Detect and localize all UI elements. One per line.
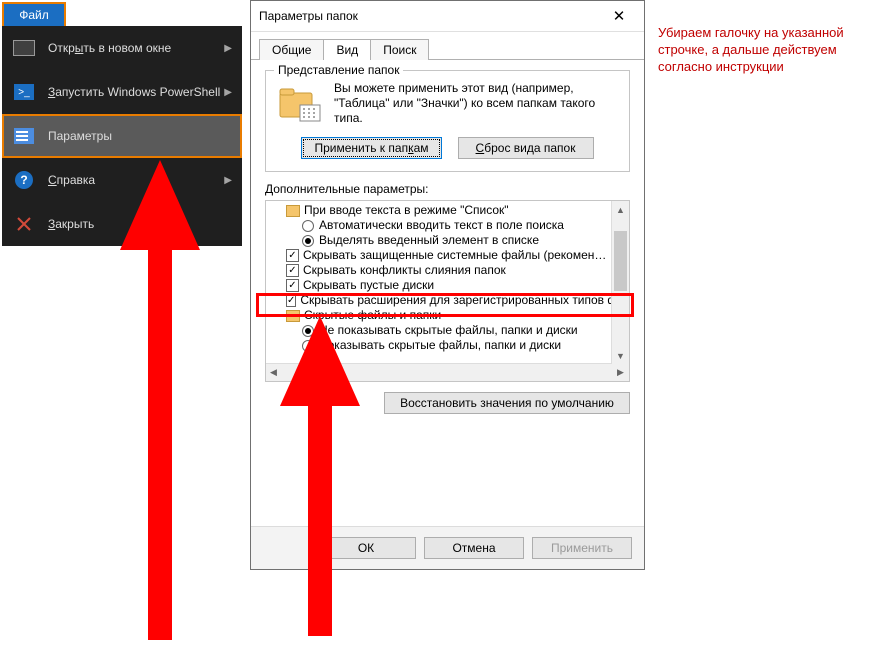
apply-button[interactable]: Применить (532, 537, 632, 559)
radio-icon (302, 220, 314, 232)
menu-label: Справка (48, 173, 95, 187)
menu-label: Открыть в новом окне (48, 41, 171, 55)
radio-icon (302, 325, 314, 337)
radio-icon (302, 235, 314, 247)
group-text: Вы можете применить этот вид (например, … (334, 81, 619, 129)
tab-search[interactable]: Поиск (370, 39, 429, 60)
annotation-note: Убираем галочку на указанной строчке, а … (658, 24, 858, 75)
submenu-chevron-icon: ▶ (224, 87, 232, 98)
file-menu: Открыть в новом окне ▶ >_ Запустить Wind… (2, 26, 242, 246)
tree-check-hide-extensions[interactable]: ✓ Скрывать расширения для зарегистрирован… (272, 293, 627, 308)
tree-label: Скрытые файлы и папки (304, 308, 441, 323)
scroll-up-icon[interactable]: ▲ (612, 201, 629, 218)
close-button[interactable]: ✕ (602, 7, 636, 25)
submenu-chevron-icon: ▶ (224, 43, 232, 54)
tabs: Общие Вид Поиск (251, 36, 644, 60)
file-button[interactable]: Файл (2, 2, 66, 28)
menu-label: Закрыть (48, 217, 94, 231)
help-icon: ? (12, 170, 36, 190)
advanced-label: Дополнительные параметры: (265, 182, 630, 196)
folder-options-dialog: Параметры папок ✕ Общие Вид Поиск Предст… (250, 0, 645, 570)
menu-item-close[interactable]: Закрыть (2, 202, 242, 246)
tree-check[interactable]: ✓ Скрывать конфликты слияния папок (272, 263, 627, 278)
group-legend: Представление папок (274, 63, 403, 77)
tree-radio[interactable]: Не показывать скрытые файлы, папки и дис… (272, 323, 627, 338)
folder-icon (286, 205, 300, 217)
tree-check[interactable]: ✓ Скрывать пустые диски (272, 278, 627, 293)
tree-node[interactable]: Скрытые файлы и папки (272, 308, 627, 323)
tree-node[interactable]: При вводе текста в режиме "Список" (272, 203, 627, 218)
menu-label: Параметры (48, 129, 112, 143)
ok-button[interactable]: ОК (316, 537, 416, 559)
tree-label: Автоматически вводить текст в поле поиск… (319, 218, 564, 233)
tab-general[interactable]: Общие (259, 39, 324, 60)
tree-label: Выделять введенный элемент в списке (319, 233, 539, 248)
menu-item-help[interactable]: ? Справка ▶ (2, 158, 242, 202)
window-icon (12, 38, 36, 58)
tree-radio[interactable]: Показывать скрытые файлы, папки и диски (272, 338, 627, 353)
powershell-icon: >_ (12, 82, 36, 102)
tree-radio[interactable]: Выделять введенный элемент в списке (272, 233, 627, 248)
tree-label: Не показывать скрытые файлы, папки и дис… (319, 323, 578, 338)
checkbox-icon: ✓ (286, 264, 299, 277)
tree-label: Скрывать расширения для зарегистрированн… (300, 293, 630, 308)
dialog-buttons: ОК Отмена Применить (251, 526, 644, 569)
menu-item-powershell[interactable]: >_ Запустить Windows PowerShell ▶ (2, 70, 242, 114)
dialog-title: Параметры папок (259, 9, 602, 23)
cancel-button[interactable]: Отмена (424, 537, 524, 559)
scroll-thumb[interactable] (614, 231, 627, 291)
checkbox-icon: ✓ (286, 294, 296, 307)
scrollbar-h[interactable]: ◀ (266, 363, 612, 381)
tree-radio[interactable]: Автоматически вводить текст в поле поиск… (272, 218, 627, 233)
tree-label: Скрывать пустые диски (303, 278, 434, 293)
tree-check[interactable]: ✓ Скрывать защищенные системные файлы (ре… (272, 248, 627, 263)
apply-to-folders-button[interactable]: Применить к папкам (301, 137, 441, 159)
folder-views-group: Представление папок Вы можете применить … (265, 70, 630, 172)
scroll-down-icon[interactable]: ▼ (612, 347, 629, 364)
title-bar: Параметры папок ✕ (251, 1, 644, 32)
scroll-right-icon[interactable]: ▶ (612, 364, 629, 381)
restore-defaults-button[interactable]: Восстановить значения по умолчанию (384, 392, 630, 414)
radio-icon (302, 340, 314, 352)
tab-view[interactable]: Вид (323, 39, 371, 60)
menu-label: Запустить Windows PowerShell (48, 85, 220, 99)
reset-folders-button[interactable]: Сброс вида папок (458, 137, 594, 159)
tree-label: Показывать скрытые файлы, папки и диски (319, 338, 561, 353)
options-icon (12, 126, 36, 146)
checkbox-icon: ✓ (286, 249, 299, 262)
close-icon (12, 214, 36, 234)
submenu-chevron-icon: ▶ (224, 175, 232, 186)
advanced-settings-tree[interactable]: При вводе текста в режиме "Список" Автом… (265, 200, 630, 382)
tree-label: При вводе текста в режиме "Список" (304, 203, 509, 218)
scrollbar[interactable]: ▲ ▼ ▶ (611, 201, 629, 381)
tree-label: Скрывать защищенные системные файлы (рек… (303, 248, 606, 263)
tree-label: Скрывать конфликты слияния папок (303, 263, 506, 278)
folder-icon (286, 310, 300, 322)
folder-views-icon (276, 81, 324, 129)
checkbox-icon: ✓ (286, 279, 299, 292)
menu-item-parameters[interactable]: Параметры (2, 114, 242, 158)
menu-item-open[interactable]: Открыть в новом окне ▶ (2, 26, 242, 70)
